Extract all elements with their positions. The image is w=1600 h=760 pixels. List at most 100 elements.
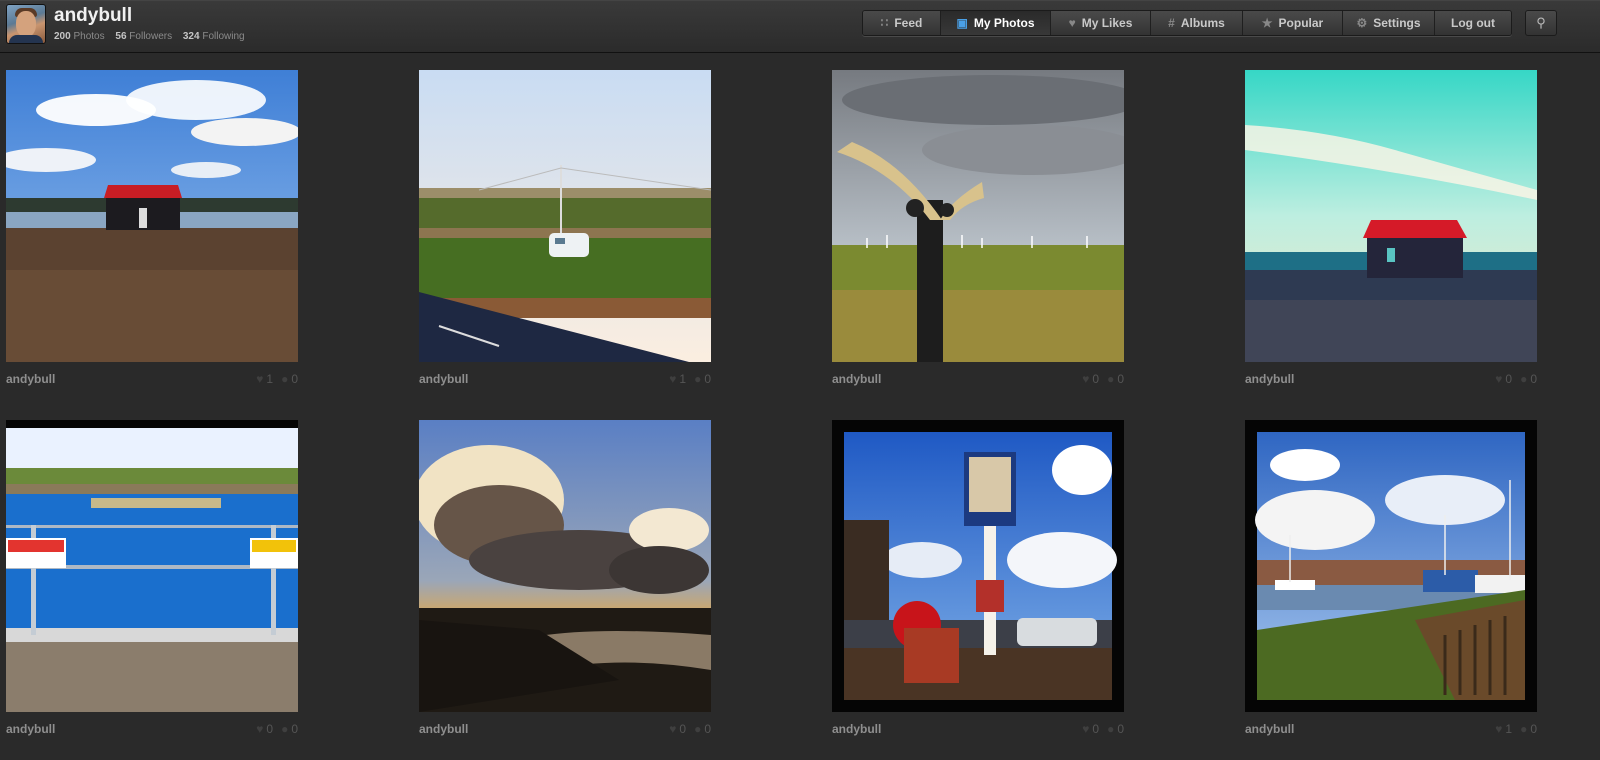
photo-counts: ♥ 0 ● 0 xyxy=(669,722,711,736)
comment-icon: ● xyxy=(1107,372,1115,386)
rss-icon: ∷ xyxy=(880,16,889,30)
heart-icon: ♥ xyxy=(1082,722,1090,736)
stat-photos[interactable]: 200 Photos xyxy=(54,31,105,42)
nav-settings-button[interactable]: ⚙ Settings xyxy=(1343,11,1435,35)
like-count[interactable]: ♥ 1 xyxy=(669,372,686,386)
nav-my-photos-button[interactable]: ▣ My Photos xyxy=(941,11,1051,35)
nav-my-photos-label: My Photos xyxy=(973,16,1035,30)
photo-thumbnail[interactable] xyxy=(1245,420,1537,712)
photo-image xyxy=(1245,70,1537,362)
photo-owner-link[interactable]: andybull xyxy=(419,722,468,736)
photo-thumbnail[interactable] xyxy=(419,70,711,362)
like-count[interactable]: ♥ 1 xyxy=(256,372,273,386)
heart-icon: ♥ xyxy=(1082,372,1090,386)
comment-count[interactable]: ● 0 xyxy=(694,372,711,386)
nav-albums-label: Albums xyxy=(1180,16,1225,30)
comment-icon: ● xyxy=(1107,722,1115,736)
profile-username[interactable]: andybull xyxy=(54,5,132,27)
photo-counts: ♥ 1 ● 0 xyxy=(256,372,298,386)
photo-owner-link[interactable]: andybull xyxy=(419,372,468,386)
photo-meta: andybull ♥ 0 ● 0 xyxy=(832,720,1124,740)
photo-counts: ♥ 1 ● 0 xyxy=(669,372,711,386)
heart-icon: ♥ xyxy=(1068,16,1076,30)
photo-card: andybull ♥ 0 ● 0 xyxy=(419,420,711,740)
photo-owner-link[interactable]: andybull xyxy=(6,372,55,386)
comment-count[interactable]: ● 0 xyxy=(1107,372,1124,386)
nav-settings-label: Settings xyxy=(1373,16,1421,30)
photo-owner-link[interactable]: andybull xyxy=(1245,372,1294,386)
nav-popular-button[interactable]: ★ Popular xyxy=(1243,11,1343,35)
comment-icon: ● xyxy=(694,722,702,736)
stat-followers[interactable]: 56 Followers xyxy=(115,31,172,42)
comment-icon: ● xyxy=(1520,722,1528,736)
photo-meta: andybull ♥ 0 ● 0 xyxy=(419,720,711,740)
like-count[interactable]: ♥ 0 xyxy=(1495,372,1512,386)
comment-count[interactable]: ● 0 xyxy=(1520,372,1537,386)
photo-card: andybull ♥ 0 ● 0 xyxy=(6,420,298,740)
photo-image xyxy=(6,420,298,712)
like-count[interactable]: ♥ 0 xyxy=(256,722,273,736)
comment-count[interactable]: ● 0 xyxy=(1107,722,1124,736)
heart-icon: ♥ xyxy=(1495,722,1503,736)
stat-following[interactable]: 324 Following xyxy=(183,31,245,42)
photo-meta: andybull ♥ 1 ● 0 xyxy=(6,370,298,390)
heart-icon: ♥ xyxy=(256,372,264,386)
photo-meta: andybull ♥ 1 ● 0 xyxy=(1245,720,1537,740)
hash-icon: # xyxy=(1168,16,1175,30)
photo-thumbnail[interactable] xyxy=(832,420,1124,712)
comment-count[interactable]: ● 0 xyxy=(694,722,711,736)
like-count[interactable]: ♥ 0 xyxy=(1082,372,1099,386)
heart-icon: ♥ xyxy=(669,372,677,386)
star-icon: ★ xyxy=(1261,16,1273,30)
nav-albums-button[interactable]: # Albums xyxy=(1151,11,1243,35)
heart-icon: ♥ xyxy=(256,722,264,736)
top-bar: andybull 200 Photos 56 Followers 324 Fol… xyxy=(0,0,1600,53)
photo-owner-link[interactable]: andybull xyxy=(832,372,881,386)
avatar[interactable] xyxy=(6,4,46,44)
photo-image xyxy=(1245,420,1537,712)
search-icon: ⚲ xyxy=(1536,15,1546,30)
photo-card: andybull ♥ 0 ● 0 xyxy=(1245,70,1537,390)
comment-icon: ● xyxy=(281,722,289,736)
photo-meta: andybull ♥ 1 ● 0 xyxy=(419,370,711,390)
photo-owner-link[interactable]: andybull xyxy=(832,722,881,736)
photo-thumbnail[interactable] xyxy=(6,70,298,362)
photo-card: andybull ♥ 0 ● 0 xyxy=(832,420,1124,740)
camera-icon: ▣ xyxy=(956,16,968,30)
photo-image xyxy=(832,70,1124,362)
photo-image xyxy=(419,420,711,712)
nav-logout-label: Log out xyxy=(1451,16,1495,30)
nav-feed-label: Feed xyxy=(894,16,923,30)
photo-meta: andybull ♥ 0 ● 0 xyxy=(1245,370,1537,390)
nav-feed-button[interactable]: ∷ Feed xyxy=(863,11,941,35)
like-count[interactable]: ♥ 0 xyxy=(1082,722,1099,736)
photo-image xyxy=(6,70,298,362)
photo-owner-link[interactable]: andybull xyxy=(6,722,55,736)
like-count[interactable]: ♥ 1 xyxy=(1495,722,1512,736)
photo-counts: ♥ 0 ● 0 xyxy=(1495,372,1537,386)
comment-icon: ● xyxy=(281,372,289,386)
heart-icon: ♥ xyxy=(669,722,677,736)
photo-meta: andybull ♥ 0 ● 0 xyxy=(832,370,1124,390)
nav-popular-label: Popular xyxy=(1278,16,1324,30)
like-count[interactable]: ♥ 0 xyxy=(669,722,686,736)
photo-image xyxy=(832,420,1124,712)
comment-count[interactable]: ● 0 xyxy=(1520,722,1537,736)
comment-icon: ● xyxy=(1520,372,1528,386)
photo-counts: ♥ 0 ● 0 xyxy=(1082,372,1124,386)
photo-thumbnail[interactable] xyxy=(832,70,1124,362)
photo-counts: ♥ 0 ● 0 xyxy=(1082,722,1124,736)
comment-count[interactable]: ● 0 xyxy=(281,372,298,386)
nav-my-likes-button[interactable]: ♥ My Likes xyxy=(1051,11,1151,35)
photo-card: andybull ♥ 1 ● 0 xyxy=(6,70,298,390)
photo-counts: ♥ 0 ● 0 xyxy=(256,722,298,736)
photo-card: andybull ♥ 1 ● 0 xyxy=(1245,420,1537,740)
search-button[interactable]: ⚲ xyxy=(1525,10,1557,36)
photo-card: andybull ♥ 0 ● 0 xyxy=(832,70,1124,390)
nav-logout-button[interactable]: Log out xyxy=(1435,11,1511,35)
photo-owner-link[interactable]: andybull xyxy=(1245,722,1294,736)
photo-thumbnail[interactable] xyxy=(419,420,711,712)
comment-count[interactable]: ● 0 xyxy=(281,722,298,736)
photo-thumbnail[interactable] xyxy=(6,420,298,712)
photo-thumbnail[interactable] xyxy=(1245,70,1537,362)
